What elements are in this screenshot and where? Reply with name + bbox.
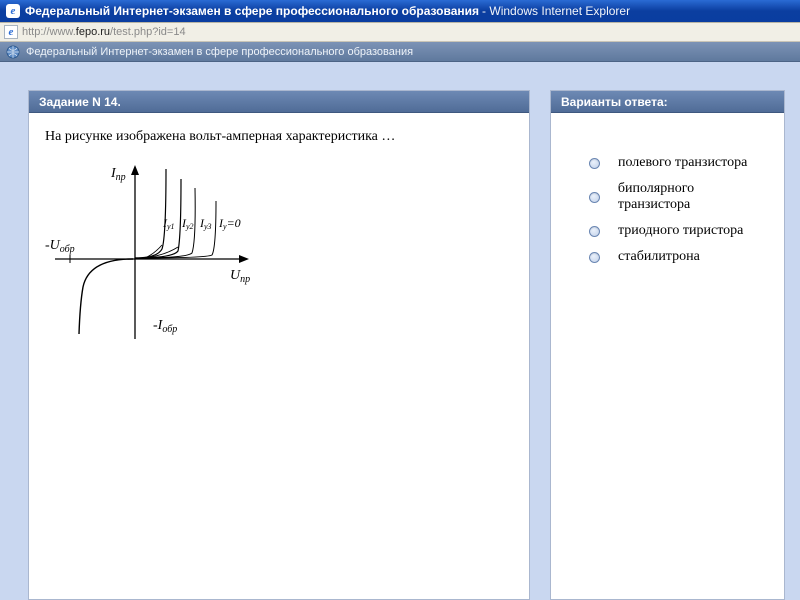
- url-prefix: http://www.: [22, 26, 76, 38]
- question-text: На рисунке изображена вольт-амперная хар…: [45, 129, 513, 145]
- svg-text:Iу2: Iу2: [181, 216, 194, 231]
- radio-button[interactable]: [589, 252, 600, 263]
- page-icon: e: [4, 25, 18, 39]
- svg-text:Uпр: Uпр: [230, 268, 250, 285]
- iv-curve-diagram: Iпр Uпр -Uобр -Iобр Iу1 Iу2 Iу3 Iу=0: [45, 159, 513, 362]
- address-bar[interactable]: e http://www.fepo.ru/test.php?id=14: [0, 22, 800, 42]
- globe-icon: [6, 45, 20, 59]
- question-header: Задание N 14.: [29, 91, 529, 113]
- site-identity-bar: Федеральный Интернет-экзамен в сфере про…: [0, 42, 800, 62]
- answers-panel: Варианты ответа: полевого транзистора би…: [550, 90, 785, 600]
- answer-label: триодного тиристора: [618, 223, 743, 239]
- svg-text:Iу=0: Iу=0: [218, 216, 241, 231]
- answer-label: полевого транзистора: [618, 155, 747, 171]
- radio-button[interactable]: [589, 158, 600, 169]
- question-panel: Задание N 14. На рисунке изображена воль…: [28, 90, 530, 600]
- svg-text:-Uобр: -Uобр: [45, 238, 75, 255]
- url-path: /test.php?id=14: [110, 26, 186, 38]
- content-area: Задание N 14. На рисунке изображена воль…: [0, 62, 799, 599]
- answer-option[interactable]: триодного тиристора: [589, 223, 768, 239]
- answer-label: биполярного транзистора: [618, 181, 768, 213]
- window-title: Федеральный Интернет-экзамен в сфере про…: [25, 4, 479, 18]
- svg-text:Iу1: Iу1: [162, 216, 175, 231]
- answer-label: стабилитрона: [618, 249, 700, 265]
- svg-text:-Iобр: -Iобр: [153, 318, 177, 335]
- svg-text:Iпр: Iпр: [110, 166, 126, 183]
- svg-text:Iу3: Iу3: [199, 216, 212, 231]
- answer-option[interactable]: стабилитрона: [589, 249, 768, 265]
- radio-button[interactable]: [589, 192, 600, 203]
- radio-button[interactable]: [589, 226, 600, 237]
- answers-header: Варианты ответа:: [551, 91, 784, 113]
- window-title-bar: e Федеральный Интернет-экзамен в сфере п…: [0, 0, 800, 22]
- ie-icon: e: [6, 4, 20, 18]
- site-title: Федеральный Интернет-экзамен в сфере про…: [26, 46, 413, 58]
- url-domain: fepo.ru: [76, 26, 110, 38]
- window-title-suffix: - Windows Internet Explorer: [482, 4, 630, 18]
- address-url[interactable]: http://www.fepo.ru/test.php?id=14: [22, 26, 186, 38]
- answer-option[interactable]: полевого транзистора: [589, 155, 768, 171]
- answer-option[interactable]: биполярного транзистора: [589, 181, 768, 213]
